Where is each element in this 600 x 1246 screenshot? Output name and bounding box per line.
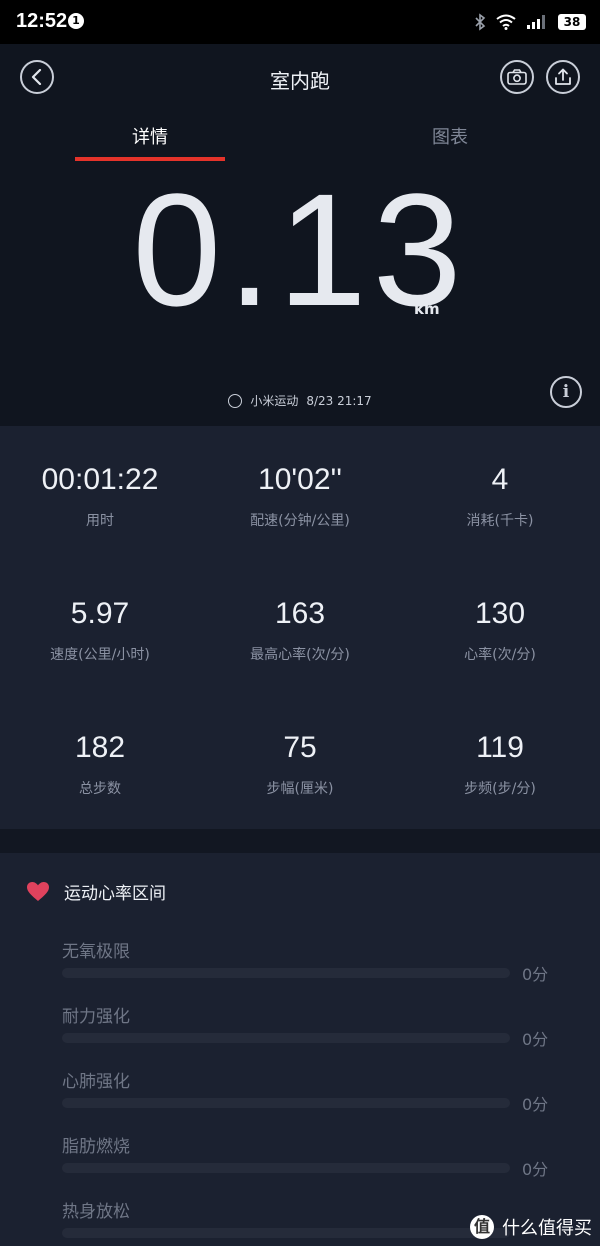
hero-section: 室内跑 详情 图表 0.13 km 小米运动 8/23 21:17 i xyxy=(0,44,600,426)
mi-fit-logo-icon xyxy=(228,393,243,408)
stat-label: 速度(公里/小时) xyxy=(50,647,150,663)
wifi-icon xyxy=(496,14,516,30)
stat-value: 182 xyxy=(74,731,126,764)
stat-value: 119 xyxy=(476,731,524,764)
watermark-text: 什么值得买 xyxy=(502,1218,592,1239)
status-icons: 38 xyxy=(474,12,586,32)
heart-rate-zones-section: 运动心率区间 无氧极限 0分 耐力强化 0分 心肺强化 0分 脂肪燃烧 0分 热… xyxy=(0,853,600,1246)
zone-bar-track xyxy=(62,1033,510,1043)
info-button[interactable]: i xyxy=(550,376,582,408)
zone-time: 0分 xyxy=(522,1160,549,1179)
stat-value: 4 xyxy=(491,463,509,496)
heart-rate-zones-header: 运动心率区间 xyxy=(26,879,166,904)
share-button[interactable] xyxy=(546,60,580,94)
watermark-logo-icon: 值 xyxy=(470,1215,494,1239)
tab-charts[interactable]: 图表 xyxy=(375,123,525,149)
zone-endurance: 耐力强化 0分 xyxy=(62,1002,562,1049)
zone-cardio: 心肺强化 0分 xyxy=(62,1067,562,1114)
status-bar: 12:52 1 38 xyxy=(0,0,600,44)
upload-icon xyxy=(555,68,571,85)
bluetooth-icon xyxy=(475,13,486,31)
stat-value: 00:01:22 xyxy=(41,463,159,496)
stat-stride: 75 步幅(厘米) xyxy=(200,730,400,798)
zone-bar-track xyxy=(62,968,510,978)
stat-value: 75 xyxy=(283,731,317,764)
stat-label: 最高心率(次/分) xyxy=(250,647,350,663)
zone-label: 心肺强化 xyxy=(62,1072,130,1092)
stat-calories: 4 消耗(千卡) xyxy=(400,462,600,530)
zone-time: 0分 xyxy=(522,1030,549,1049)
heart-icon xyxy=(27,882,49,901)
stat-label: 消耗(千卡) xyxy=(466,513,534,529)
section-divider xyxy=(0,829,600,853)
zone-time: 0分 xyxy=(522,1095,549,1114)
stat-value: 10'02'' xyxy=(258,463,342,496)
tab-details[interactable]: 详情 xyxy=(75,123,225,149)
stat-label: 用时 xyxy=(86,513,114,529)
stat-heart-rate: 130 心率(次/分) xyxy=(400,596,600,664)
zone-label: 无氧极限 xyxy=(62,942,130,962)
stat-label: 步频(步/分) xyxy=(464,781,536,797)
stat-speed: 5.97 速度(公里/小时) xyxy=(0,596,200,664)
zone-label: 耐力强化 xyxy=(62,1007,130,1027)
stat-pace: 10'02'' 配速(分钟/公里) xyxy=(200,462,400,530)
zone-bar-track xyxy=(62,1228,510,1238)
zone-fat-burn: 脂肪燃烧 0分 xyxy=(62,1132,562,1179)
stat-label: 心率(次/分) xyxy=(464,647,536,663)
stat-label: 配速(分钟/公里) xyxy=(250,513,350,529)
stat-value: 130 xyxy=(474,597,526,630)
workout-datetime: 8/23 21:17 xyxy=(306,393,372,408)
stat-label: 总步数 xyxy=(79,781,121,797)
zone-anaerobic: 无氧极限 0分 xyxy=(62,937,562,984)
stat-total-steps: 182 总步数 xyxy=(0,730,200,798)
watermark: 值 什么值得买 xyxy=(470,1214,592,1240)
stats-grid: 00:01:22 用时 10'02'' 配速(分钟/公里) 4 消耗(千卡) 5… xyxy=(0,426,600,829)
zone-label: 脂肪燃烧 xyxy=(62,1137,130,1157)
camera-icon xyxy=(507,69,527,85)
distance-value: 0.13 xyxy=(132,160,468,339)
zone-time: 0分 xyxy=(522,965,549,984)
heart-rate-zones-title: 运动心率区间 xyxy=(64,884,166,904)
stat-value: 163 xyxy=(274,597,326,630)
distance-unit: km xyxy=(414,300,440,318)
notification-badge: 1 xyxy=(68,13,84,29)
stat-value: 5.97 xyxy=(70,597,130,630)
stat-cadence: 119 步频(步/分) xyxy=(400,730,600,798)
battery-icon: 38 xyxy=(558,14,586,30)
zone-bar-track xyxy=(62,1163,510,1173)
stat-max-heart-rate: 163 最高心率(次/分) xyxy=(200,596,400,664)
source-app-name: 小米运动 xyxy=(250,394,299,408)
zone-bar-track xyxy=(62,1098,510,1108)
stat-label: 步幅(厘米) xyxy=(266,781,334,797)
status-time: 12:52 xyxy=(16,10,68,32)
signal-icon xyxy=(527,15,545,29)
workout-source: 小米运动 8/23 21:17 xyxy=(0,392,600,409)
stat-duration: 00:01:22 用时 xyxy=(0,462,200,530)
camera-button[interactable] xyxy=(500,60,534,94)
